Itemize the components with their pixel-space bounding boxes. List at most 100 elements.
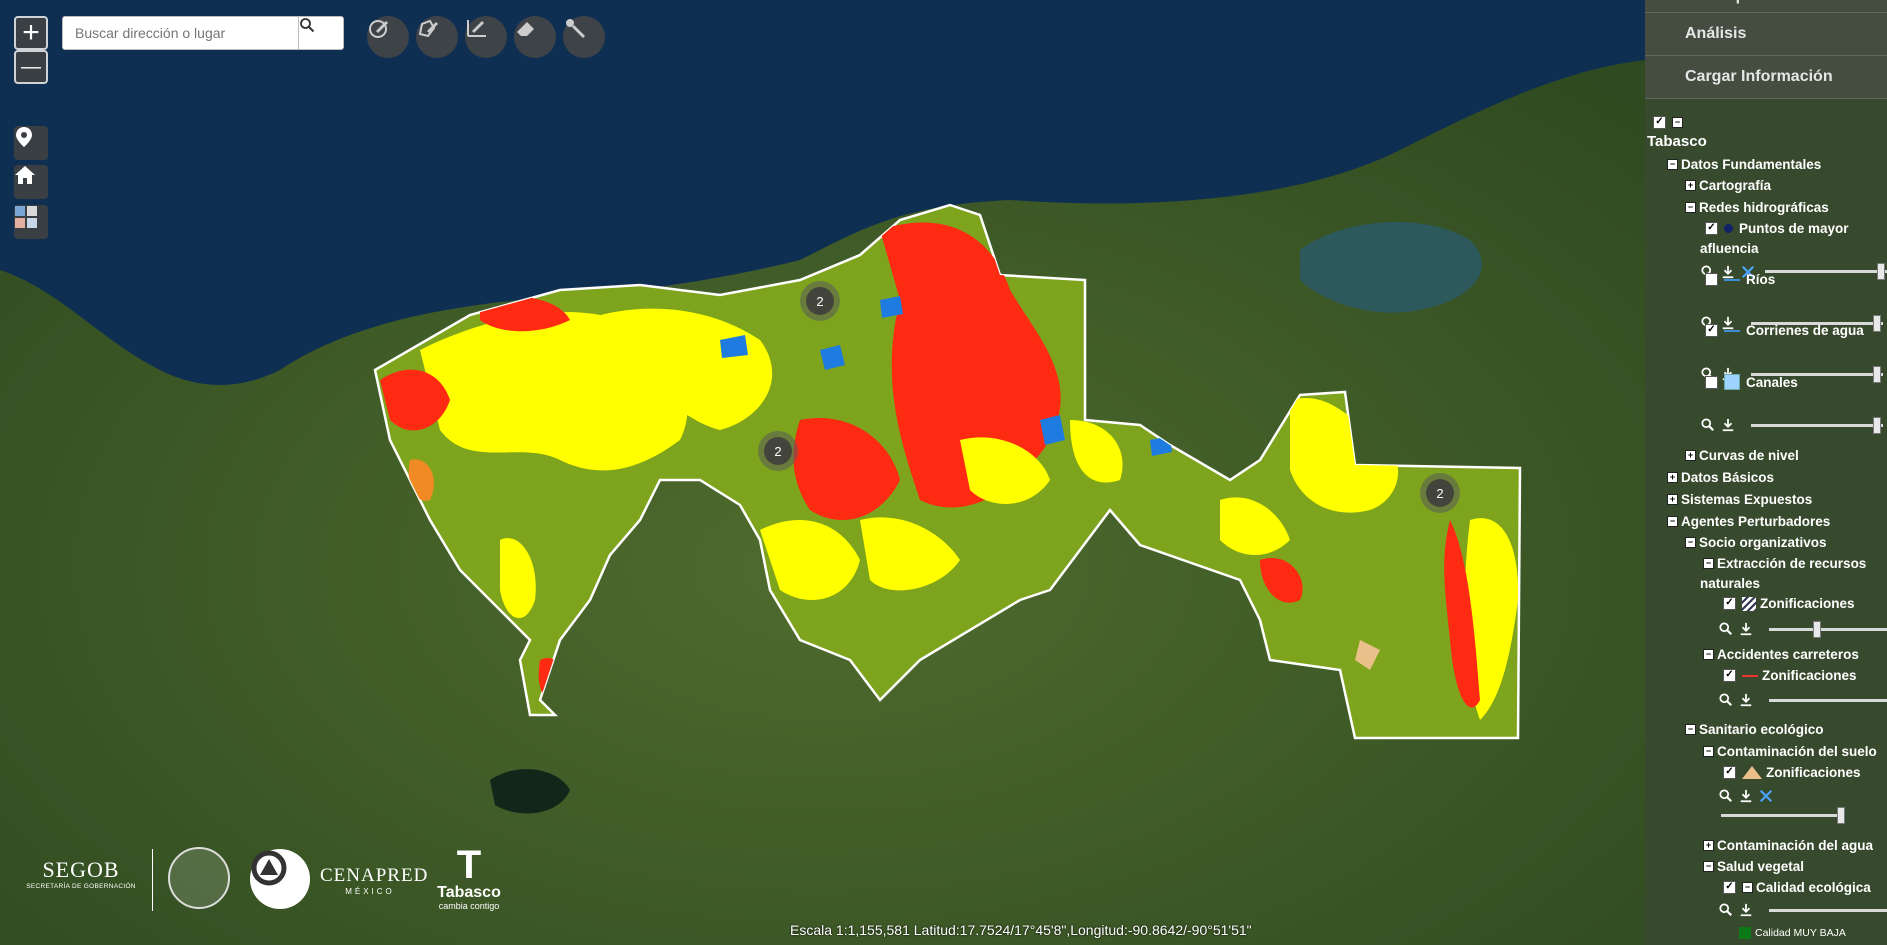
zoom-to-layer-icon[interactable] — [1719, 622, 1733, 636]
search-button[interactable] — [298, 17, 343, 49]
tree-item-salud-vegetal[interactable]: − Salud vegetal — [1703, 859, 1804, 874]
line-symbol-icon — [1724, 278, 1740, 281]
layer-corrientes-agua[interactable]: ✓ Corrienes de agua — [1705, 323, 1864, 338]
point-symbol-icon — [1724, 224, 1733, 233]
layer-canales[interactable]: Canales — [1705, 374, 1798, 390]
tree-item-sistemas-expuestos[interactable]: + Sistemas Expuestos — [1667, 492, 1812, 507]
home-icon — [15, 166, 35, 184]
layer-zonificaciones-accidentes[interactable]: ✓ Zonificaciones — [1723, 668, 1857, 683]
line-symbol-icon — [1724, 329, 1740, 332]
layer-label-continued: afluencia — [1700, 241, 1759, 256]
cluster-marker[interactable]: 2 — [800, 281, 840, 321]
hatch-symbol-icon — [1742, 596, 1756, 611]
layer-zonificaciones-extraccion[interactable]: ✓ Zonificaciones — [1723, 596, 1855, 611]
search-input[interactable] — [63, 17, 299, 49]
layer-actions — [1719, 903, 1753, 917]
map-view[interactable]: + — 2 2 2 SEGOB SECRETARÍA DE GOBERN — [0, 0, 1645, 945]
zoom-to-layer-icon[interactable] — [1719, 789, 1733, 803]
edit-point-icon — [369, 20, 388, 38]
tree-item-agentes-perturbadores[interactable]: − Agentes Perturbadores — [1667, 514, 1830, 529]
zoom-to-layer-icon[interactable] — [1701, 418, 1715, 432]
layer-rios[interactable]: Ríos — [1705, 272, 1775, 287]
layer-puntos-mayor-afluencia[interactable]: ✓ Puntos de mayor — [1705, 221, 1849, 236]
cluster-marker[interactable]: 2 — [1420, 473, 1460, 513]
tree-item-redes-hidrograficas[interactable]: − Redes hidrográficas — [1685, 200, 1829, 215]
eraser-icon — [517, 22, 534, 36]
download-icon[interactable] — [1739, 789, 1753, 803]
tree-item-socio-organizativos[interactable]: − Socio organizativos — [1685, 535, 1827, 550]
zoom-to-layer-icon[interactable] — [1719, 693, 1733, 707]
edit-polygon-icon — [418, 19, 438, 38]
slider-knob[interactable] — [1813, 621, 1821, 638]
slider-knob[interactable] — [1873, 366, 1881, 383]
cenapred-logo: CENAPRED MÉXICO — [320, 865, 429, 896]
layer-label-continued: naturales — [1700, 576, 1761, 591]
menu-municipios[interactable]: Municipios — [1645, 0, 1887, 13]
polygon-symbol-icon — [1724, 374, 1740, 390]
tree-item-cartografia[interactable]: + Cartografía — [1685, 178, 1771, 193]
tree-item-accidentes-carreteros[interactable]: − Accidentes carreteros — [1703, 647, 1859, 662]
tree-item-extraccion-recursos[interactable]: − Extracción de recursos — [1703, 556, 1866, 571]
cluster-toggle-icon[interactable] — [1759, 789, 1773, 803]
draw-line-button[interactable] — [465, 16, 507, 58]
slider-knob[interactable] — [1873, 417, 1881, 434]
draw-point-button[interactable] — [367, 16, 409, 58]
layer-actions — [1719, 789, 1773, 803]
zoom-out-button[interactable]: — — [14, 50, 48, 84]
line-symbol-icon — [1742, 674, 1758, 677]
layer-zonificaciones-suelo[interactable]: ✓ Zonificaciones — [1723, 765, 1861, 780]
map-imagery — [0, 0, 1645, 945]
mexico-seal-logo — [168, 847, 230, 909]
erase-button[interactable] — [514, 16, 556, 58]
edit-line-icon — [467, 20, 486, 37]
tabasco-logo: T Tabasco cambia contigo — [437, 843, 501, 911]
opacity-slider[interactable] — [1769, 621, 1887, 638]
segob-logo: SEGOB SECRETARÍA DE GOBERNACIÓN — [26, 857, 136, 890]
cluster-count: 2 — [806, 287, 834, 315]
download-icon[interactable] — [1739, 903, 1753, 917]
pointer-icon — [566, 19, 586, 39]
zoom-in-button[interactable]: + — [14, 16, 48, 50]
tree-item-curvas-nivel[interactable]: + Curvas de nivel — [1685, 448, 1799, 463]
opacity-slider[interactable] — [1765, 263, 1887, 280]
slider-knob[interactable] — [1837, 807, 1845, 824]
slider-knob[interactable] — [1873, 315, 1881, 332]
home-button[interactable] — [14, 165, 48, 199]
layers-panel: Municipios Análisis Cargar Información ✓… — [1645, 0, 1887, 945]
opacity-slider[interactable] — [1769, 699, 1887, 702]
tree-item-datos-fundamentales[interactable]: − Datos Fundamentales — [1667, 157, 1821, 172]
checkbox[interactable]: ✓ — [1653, 116, 1666, 129]
legend-calidad-muy-baja: Calidad MUY BAJA — [1739, 927, 1846, 939]
cluster-count: 2 — [1426, 479, 1454, 507]
search-box — [62, 16, 344, 50]
menu-cargar-informacion[interactable]: Cargar Información — [1645, 56, 1887, 99]
opacity-slider[interactable] — [1751, 417, 1883, 434]
layer-calidad-ecologica[interactable]: ✓ − Calidad ecológica — [1723, 880, 1871, 895]
tree-root-controls: ✓ − — [1653, 116, 1686, 129]
draw-polygon-button[interactable] — [416, 16, 458, 58]
scale-coordinates-readout: Escala 1:1,155,581 Latitud:17.7524/17°45… — [790, 922, 1252, 938]
opacity-slider[interactable] — [1769, 909, 1887, 912]
tree-item-contaminacion-suelo[interactable]: − Contaminación del suelo — [1703, 744, 1877, 759]
cluster-marker[interactable]: 2 — [758, 431, 798, 471]
cluster-count: 2 — [764, 437, 792, 465]
logo-divider — [152, 849, 153, 911]
tree-item-tabasco[interactable]: Tabasco — [1647, 133, 1707, 150]
triangle-symbol-icon — [1742, 766, 1762, 779]
download-icon[interactable] — [1739, 693, 1753, 707]
menu-analisis[interactable]: Análisis — [1645, 13, 1887, 56]
zoom-to-layer-icon[interactable] — [1719, 903, 1733, 917]
location-button[interactable] — [14, 126, 48, 160]
basemap-button[interactable] — [14, 205, 48, 239]
tree-item-sanitario-ecologico[interactable]: − Sanitario ecológico — [1685, 722, 1824, 737]
layer-actions — [1719, 693, 1753, 707]
slider-knob[interactable] — [1877, 263, 1885, 280]
opacity-slider[interactable] — [1721, 807, 1845, 824]
collapse-toggle[interactable]: − — [1672, 117, 1683, 128]
download-icon[interactable] — [1739, 622, 1753, 636]
layer-actions — [1701, 418, 1735, 432]
select-button[interactable] — [563, 16, 605, 58]
download-icon[interactable] — [1721, 418, 1735, 432]
tree-item-contaminacion-agua[interactable]: + Contaminación del agua — [1703, 838, 1873, 853]
tree-item-datos-basicos[interactable]: + Datos Básicos — [1667, 470, 1774, 485]
